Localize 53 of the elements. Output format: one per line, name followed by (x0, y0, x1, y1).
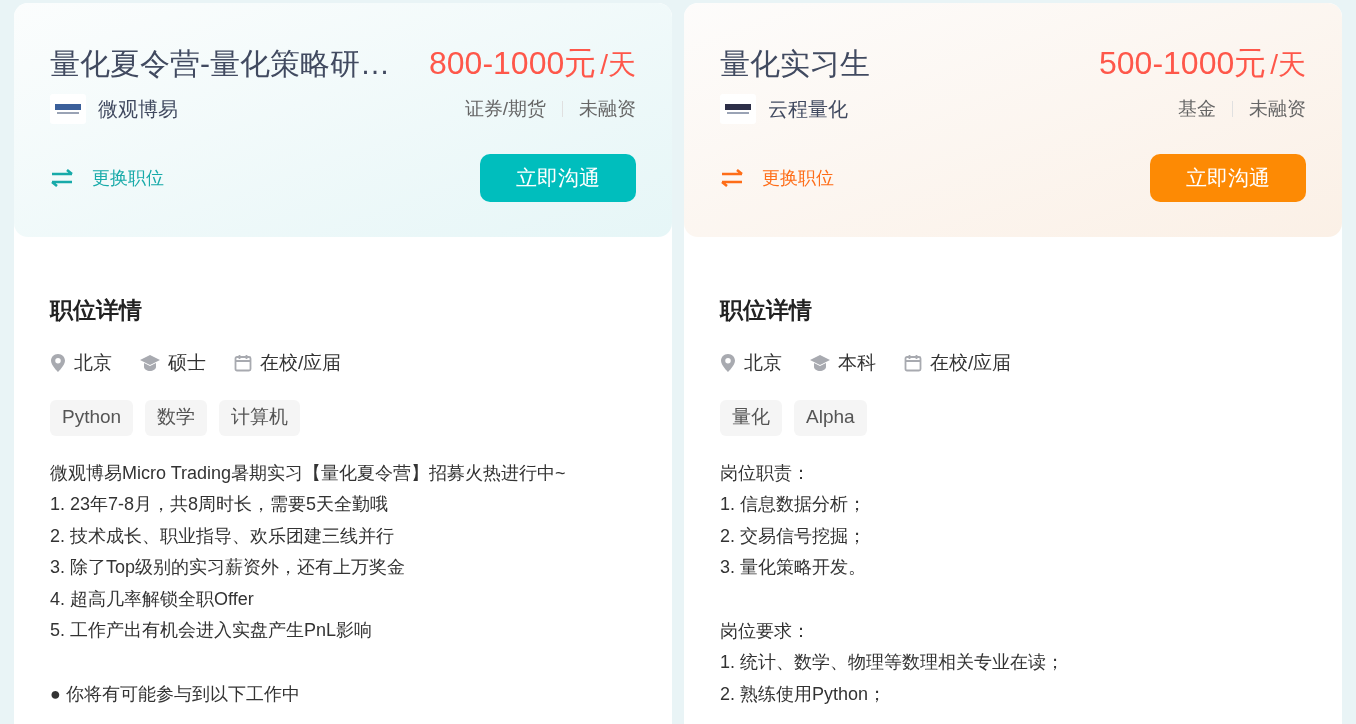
chat-now-button[interactable]: 立即沟通 (1150, 154, 1306, 202)
description-line: 5. 工作产出有机会进入实盘产生PnL影响 (50, 619, 374, 642)
section-heading: 职位详情 (720, 296, 813, 325)
salary-unit: /天 (600, 48, 636, 82)
company-tag: 未融资 (1249, 94, 1306, 124)
swap-arrows-icon (720, 169, 744, 187)
company-tag: 基金 (1178, 94, 1216, 124)
job-meta: 北京 (74, 351, 112, 375)
skill-tag: 数学 (145, 399, 208, 436)
job-meta: 在校/应届 (260, 351, 342, 375)
description-line: 2. 熟练使用Python； (720, 682, 888, 706)
calendar-icon (234, 354, 252, 373)
calendar-icon (904, 354, 922, 373)
company-name: 微观博易 (98, 97, 178, 122)
skill-tag: Python (50, 399, 134, 436)
description-line: 1. 23年7-8月，共8周时长，需要5天全勤哦 (50, 493, 390, 516)
job-meta: 本科 (838, 351, 876, 375)
salary: 800-1000元 (429, 44, 597, 83)
skill-tag: 量化 (720, 399, 782, 436)
job-title: 量化实习生 (720, 45, 870, 82)
company-logo-icon (50, 94, 86, 124)
job-meta: 硕士 (168, 351, 206, 375)
company-name: 云程量化 (768, 97, 848, 122)
description-line: 微观博易Micro Trading暑期实习【量化夏令营】招募火热进行中~ (50, 461, 567, 485)
job-meta: 在校/应届 (930, 351, 1012, 375)
description-line: 岗位要求： (720, 619, 811, 643)
salary: 500-1000元 (1099, 44, 1267, 83)
company-logo-icon (720, 94, 756, 124)
description-line: ● 你将有可能参与到以下工作中 (50, 682, 301, 706)
description-line: 1. 统计、数学、物理等数理相关专业在读； (720, 651, 1065, 674)
switch-position-link[interactable]: 更换职位 (720, 164, 834, 192)
skill-tag: Alpha (794, 399, 867, 436)
salary-unit: /天 (1270, 48, 1306, 82)
job-meta: 北京 (744, 351, 782, 375)
company-tag: 未融资 (579, 94, 636, 124)
description-line: 2. 技术成长、职业指导、欢乐团建三线并行 (50, 524, 395, 548)
description-line: 1. 信息数据分析； (720, 493, 867, 516)
job-title: 量化夏令营-量化策略研… (50, 45, 390, 82)
description-line: 4. 超高几率解锁全职Offer (50, 587, 255, 611)
skill-tag: 计算机 (219, 399, 301, 436)
location-pin-icon (50, 354, 66, 373)
description-line: 3. 除了Top级别的实习薪资外，还有上万奖金 (50, 556, 407, 579)
company-tag: 证券/期货 (464, 94, 546, 124)
graduation-cap-icon (810, 355, 830, 372)
description-line: 2. 交易信号挖掘； (720, 524, 867, 548)
description-line: 岗位职责： (720, 461, 811, 485)
location-pin-icon (720, 354, 736, 373)
section-heading: 职位详情 (50, 296, 143, 325)
switch-position-link[interactable]: 更换职位 (50, 164, 164, 192)
chat-now-button[interactable]: 立即沟通 (480, 154, 636, 202)
graduation-cap-icon (140, 355, 160, 372)
swap-arrows-icon (50, 169, 74, 187)
description-line: 3. 量化策略开发。 (720, 556, 867, 579)
